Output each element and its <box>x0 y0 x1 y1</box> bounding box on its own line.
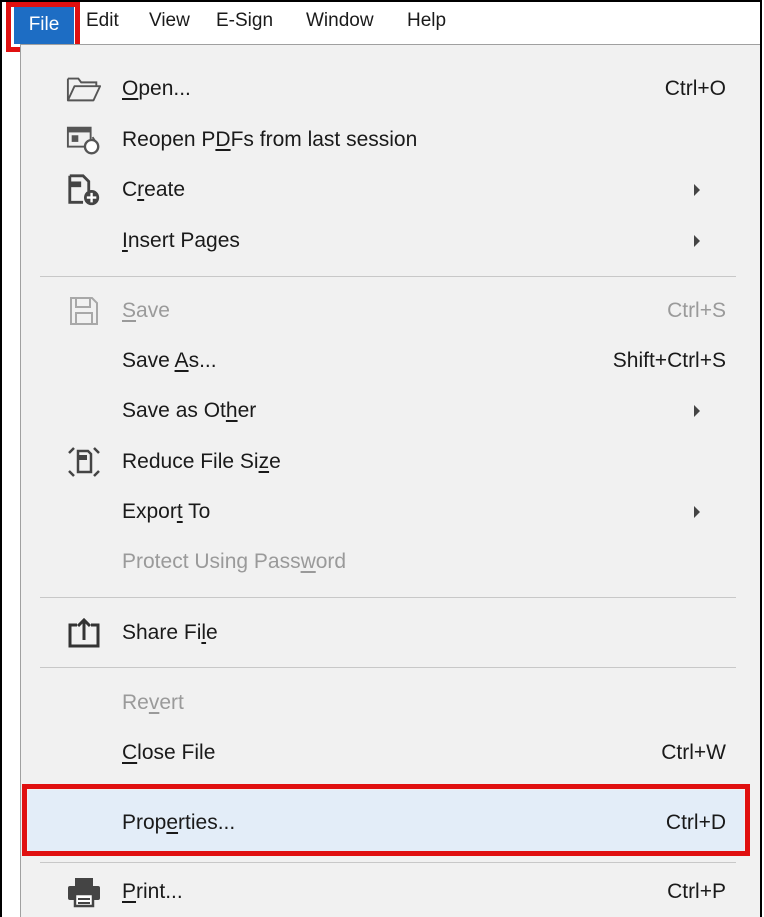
menu-item-properties[interactable]: Properties... Ctrl+D <box>20 798 760 848</box>
submenu-arrow-icon <box>694 235 700 247</box>
menu-e-sign[interactable]: E-Sign <box>216 2 273 40</box>
menu-item-label: Revert <box>122 691 184 714</box>
menu-item-insert-pages[interactable]: Insert Pages <box>20 216 760 266</box>
menu-item-label: Save As... <box>122 349 217 372</box>
printer-icon <box>66 875 102 909</box>
menu-item-reopen-pdfs[interactable]: Reopen PDFs from last session <box>20 115 760 165</box>
menu-item-label: Save as Other <box>122 399 257 422</box>
reopen-session-icon <box>66 123 102 157</box>
menu-separator <box>40 667 736 668</box>
submenu-arrow-icon <box>694 506 700 518</box>
reduce-size-icon <box>66 445 102 479</box>
menu-item-create[interactable]: Create <box>20 165 760 215</box>
menu-item-reduce-file-size[interactable]: Reduce File Size <box>20 437 760 487</box>
menu-item-label: Close File <box>122 741 216 764</box>
menu-item-print[interactable]: Print... Ctrl+P <box>20 867 760 917</box>
save-icon <box>66 294 102 328</box>
menu-item-label: Create <box>122 178 186 201</box>
create-pdf-icon <box>66 173 102 207</box>
menu-help[interactable]: Help <box>407 2 446 40</box>
share-icon <box>66 616 102 650</box>
menu-item-shortcut: Ctrl+W <box>661 741 726 764</box>
menu-file[interactable]: File <box>14 6 74 44</box>
menu-item-label: Print... <box>122 880 183 903</box>
menu-edit[interactable]: Edit <box>86 2 119 40</box>
menu-item-export-to[interactable]: Export To <box>20 487 760 537</box>
folder-open-icon <box>66 72 102 106</box>
menu-item-share-file[interactable]: Share File <box>20 608 760 658</box>
menu-item-shortcut: Ctrl+D <box>665 811 726 834</box>
menu-item-label: Share File <box>122 621 218 644</box>
menu-item-close-file[interactable]: Close File Ctrl+W <box>20 728 760 778</box>
menu-item-label: Open... <box>122 77 191 100</box>
menu-item-save-as-other[interactable]: Save as Other <box>20 386 760 436</box>
menu-item-label: Reduce File Size <box>122 450 281 473</box>
menu-item-label: Insert Pages <box>122 229 240 252</box>
menu-item-revert[interactable]: Revert <box>20 678 760 728</box>
menu-view[interactable]: View <box>149 2 190 40</box>
menu-item-label: Reopen PDFs from last session <box>122 128 418 151</box>
menu-item-shortcut: Ctrl+S <box>667 299 726 322</box>
menu-item-shortcut: Ctrl+P <box>667 880 726 903</box>
menu-separator <box>40 276 736 277</box>
submenu-arrow-icon <box>694 405 700 417</box>
menu-item-label: Protect Using Password <box>122 550 347 573</box>
menu-item-shortcut: Ctrl+O <box>664 77 726 100</box>
menu-item-label: Export To <box>122 500 211 523</box>
menu-window[interactable]: Window <box>306 2 374 40</box>
menu-separator <box>40 862 736 863</box>
menu-item-label: Save <box>122 299 170 322</box>
menu-item-save-as[interactable]: Save As... Shift+Ctrl+S <box>20 336 760 386</box>
menu-item-label: Properties... <box>122 811 236 834</box>
menu-item-open[interactable]: Open... Ctrl+O <box>20 64 760 114</box>
submenu-arrow-icon <box>694 184 700 196</box>
menu-separator <box>40 597 736 598</box>
menu-item-save[interactable]: Save Ctrl+S <box>20 286 760 336</box>
menu-item-shortcut: Shift+Ctrl+S <box>612 349 726 372</box>
menu-bar: Edit View E-Sign Window Help <box>2 2 760 40</box>
menu-item-protect-using-password[interactable]: Protect Using Password <box>20 537 760 587</box>
